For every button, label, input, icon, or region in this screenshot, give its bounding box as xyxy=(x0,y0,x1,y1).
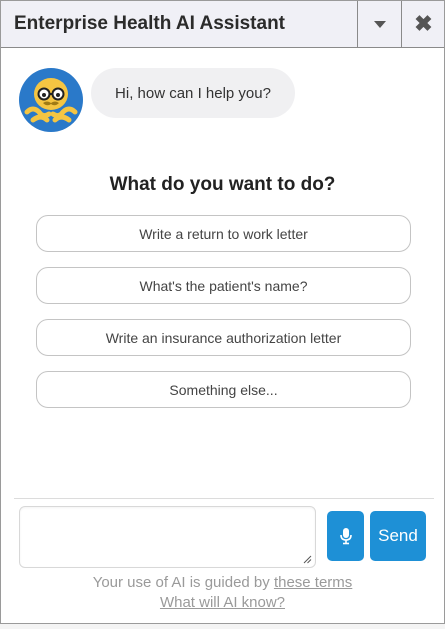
title-bar: Enterprise Health AI Assistant ✖ xyxy=(1,1,444,48)
octopus-mascot-avatar xyxy=(19,68,83,132)
options-heading: What do you want to do? xyxy=(109,174,336,195)
microphone-icon xyxy=(339,528,352,545)
footer-knowledge-line: What will AI know? xyxy=(1,594,444,611)
option-insurance-authorization-letter[interactable]: Write an insurance authorization letter xyxy=(36,319,411,356)
resize-grip-icon[interactable] xyxy=(302,554,312,564)
window-title: Enterprise Health AI Assistant xyxy=(14,13,286,34)
what-will-ai-know-link[interactable]: What will AI know? xyxy=(160,594,285,611)
composer-divider xyxy=(14,498,434,499)
close-icon: ✖ xyxy=(414,11,433,36)
option-something-else[interactable]: Something else... xyxy=(36,371,411,408)
message-input[interactable] xyxy=(19,506,316,568)
assistant-window: Enterprise Health AI Assistant ✖ Hi, how… xyxy=(0,0,445,624)
footer-prefix: Your use of AI is guided by xyxy=(92,574,274,591)
footer-terms-line: Your use of AI is guided by these terms xyxy=(1,574,444,591)
chevron-down-icon xyxy=(373,20,386,28)
microphone-button[interactable] xyxy=(327,511,364,561)
minimize-dropdown-button[interactable] xyxy=(357,1,401,47)
send-button[interactable]: Send xyxy=(370,511,426,561)
option-patient-name[interactable]: What's the patient's name? xyxy=(36,267,411,304)
assistant-greeting-bubble: Hi, how can I help you? xyxy=(91,68,295,118)
close-button[interactable]: ✖ xyxy=(401,1,445,47)
option-return-to-work-letter[interactable]: Write a return to work letter xyxy=(36,215,411,252)
background-strip xyxy=(0,624,445,629)
terms-link[interactable]: these terms xyxy=(274,574,352,591)
